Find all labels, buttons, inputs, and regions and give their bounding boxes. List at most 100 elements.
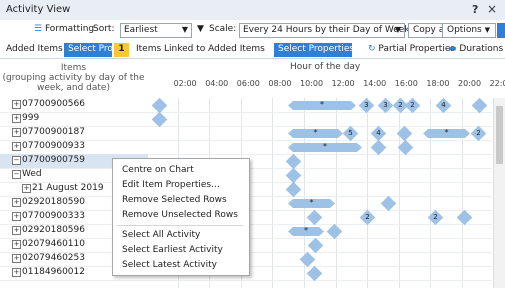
scrollbar-thumb[interactable]	[496, 106, 503, 164]
activity-count-label: 2	[433, 213, 438, 221]
menu-separator	[117, 225, 243, 226]
durations-button[interactable]: ▬ Durations	[448, 44, 503, 54]
options-label: Options	[447, 25, 482, 35]
properties-bar: Added Items Select Properties 1 Items Li…	[0, 42, 505, 58]
collapse-icon[interactable]: −	[12, 170, 21, 179]
vertical-scrollbar[interactable]	[493, 98, 505, 288]
hour-of-day-header: Hour of the day	[290, 62, 361, 72]
help-button[interactable]: ?	[472, 3, 478, 16]
formatting-label: Formatting	[44, 24, 95, 34]
expand-icon[interactable]: +	[12, 114, 21, 123]
expand-icon[interactable]: +	[12, 212, 21, 221]
activity-span[interactable]: *	[288, 227, 324, 236]
activity-span[interactable]: *	[288, 199, 335, 208]
chevron-down-icon: ▼	[181, 25, 188, 34]
items-header-line3: week, and date)	[37, 83, 110, 93]
activity-span[interactable]: *	[288, 129, 343, 138]
phone-entity-icon	[3, 239, 11, 250]
window-title: Activity View	[6, 4, 71, 15]
hour-tick-label: 20:00	[458, 79, 482, 88]
expand-icon[interactable]: +	[22, 184, 31, 193]
formatting-button[interactable]: ☰ Formatting	[34, 24, 94, 34]
chevron-down-icon: ▼	[394, 25, 401, 34]
hour-tick-label: 16:00	[394, 79, 418, 88]
added-items-label: Added Items	[6, 44, 63, 54]
context-menu: Centre on Chart Edit Item Properties... …	[112, 158, 250, 276]
durations-label: Durations	[459, 44, 504, 54]
activity-count-label: 5	[348, 129, 353, 137]
expand-icon[interactable]: +	[12, 254, 21, 263]
phone-entity-icon	[3, 225, 11, 236]
hour-tick-label: 10:00	[300, 79, 324, 88]
activity-span[interactable]: *	[288, 143, 362, 152]
phone-entity-icon	[3, 99, 11, 110]
phone-entity-icon	[3, 113, 11, 124]
item-row[interactable]: + 07700900933	[0, 140, 148, 154]
options-overflow-button[interactable]	[497, 23, 505, 38]
scale-dropdown[interactable]: Every 24 Hours by their Day of Week ▼	[239, 23, 410, 38]
phone-entity-icon	[3, 155, 11, 166]
span-marker: *	[323, 142, 327, 151]
expand-icon[interactable]: +	[12, 128, 21, 137]
select-properties-button[interactable]: Select Properties	[64, 43, 144, 57]
span-marker: *	[304, 226, 308, 235]
item-label: 07700900933	[22, 141, 85, 151]
close-button[interactable]: ×	[487, 2, 497, 16]
phone-entity-icon	[3, 253, 11, 264]
activity-view-window: Activity View ? × ☰ Formatting Sort: Ear…	[0, 0, 505, 288]
expand-icon[interactable]: +	[12, 100, 21, 109]
day-label: Wed	[22, 169, 42, 179]
item-label: 07700900333	[22, 211, 85, 221]
expand-icon[interactable]: +	[12, 198, 21, 207]
scale-dropdown-arrow[interactable]: ▼	[197, 24, 204, 34]
item-label: 02079460253	[22, 253, 85, 263]
item-row[interactable]: + 07700900187	[0, 126, 148, 140]
title-bar: Activity View ? ×	[0, 0, 505, 21]
phone-entity-icon	[3, 197, 11, 208]
menu-item-select-all-activity[interactable]: Select All Activity	[122, 230, 200, 240]
activity-count-label: 4	[441, 101, 446, 109]
activity-count-label: 2	[410, 101, 415, 109]
hour-tick-label: 04:00	[205, 79, 229, 88]
span-marker: *	[444, 128, 449, 137]
phone-entity-icon	[3, 267, 11, 278]
item-row[interactable]: + 999	[0, 112, 148, 126]
options-button[interactable]: Options ▼	[442, 23, 496, 38]
menu-item-centre-on-chart[interactable]: Centre on Chart	[122, 165, 194, 175]
span-marker: *	[320, 100, 324, 109]
sort-dropdown[interactable]: Earliest ▼	[120, 23, 192, 38]
item-label: 01184960012	[22, 267, 85, 277]
sort-value: Earliest	[124, 25, 158, 35]
item-label: 07700900566	[22, 99, 85, 109]
expand-icon[interactable]: +	[12, 142, 21, 151]
menu-item-edit-item-properties[interactable]: Edit Item Properties...	[122, 180, 220, 190]
select-properties-linked-label: Select Properties	[278, 44, 355, 54]
menu-item-remove-unselected-rows[interactable]: Remove Unselected Rows	[122, 210, 238, 220]
item-label: 02920180596	[22, 225, 85, 235]
hour-tick-label: 12:00	[331, 79, 355, 88]
activity-count-label: 3	[383, 101, 388, 109]
item-row[interactable]: + 07700900566	[0, 98, 148, 112]
menu-item-select-latest-activity[interactable]: Select Latest Activity	[122, 260, 217, 270]
phone-entity-icon	[3, 211, 11, 222]
hour-tick-label: 14:00	[363, 79, 387, 88]
span-marker: *	[309, 198, 314, 207]
menu-item-select-earliest-activity[interactable]: Select Earliest Activity	[122, 245, 223, 255]
select-properties-linked-button[interactable]: Select Properties ▼	[274, 43, 362, 57]
menu-item-remove-selected-rows[interactable]: Remove Selected Rows	[122, 195, 227, 205]
activity-span[interactable]: *	[423, 129, 470, 138]
collapse-icon[interactable]: −	[12, 156, 21, 165]
items-column-header[interactable]: Items (grouping activity by day of the w…	[2, 63, 145, 93]
sort-label: Sort:	[93, 24, 115, 34]
partial-properties-button[interactable]: ↻ Partial Properties	[368, 44, 455, 54]
chevron-down-icon: ▼	[356, 45, 363, 53]
expand-icon[interactable]: +	[12, 226, 21, 235]
activity-span[interactable]: *	[288, 101, 356, 110]
expand-icon[interactable]: +	[12, 240, 21, 249]
chevron-down-icon: ▼	[484, 26, 490, 34]
expand-icon[interactable]: +	[12, 268, 21, 277]
items-header-line2: (grouping activity by day of the	[2, 73, 145, 83]
item-rows: + 07700900566 + 999 + 07700900187 + 0770…	[0, 98, 505, 288]
phone-entity-icon	[3, 141, 11, 152]
scale-label: Scale:	[209, 24, 237, 34]
